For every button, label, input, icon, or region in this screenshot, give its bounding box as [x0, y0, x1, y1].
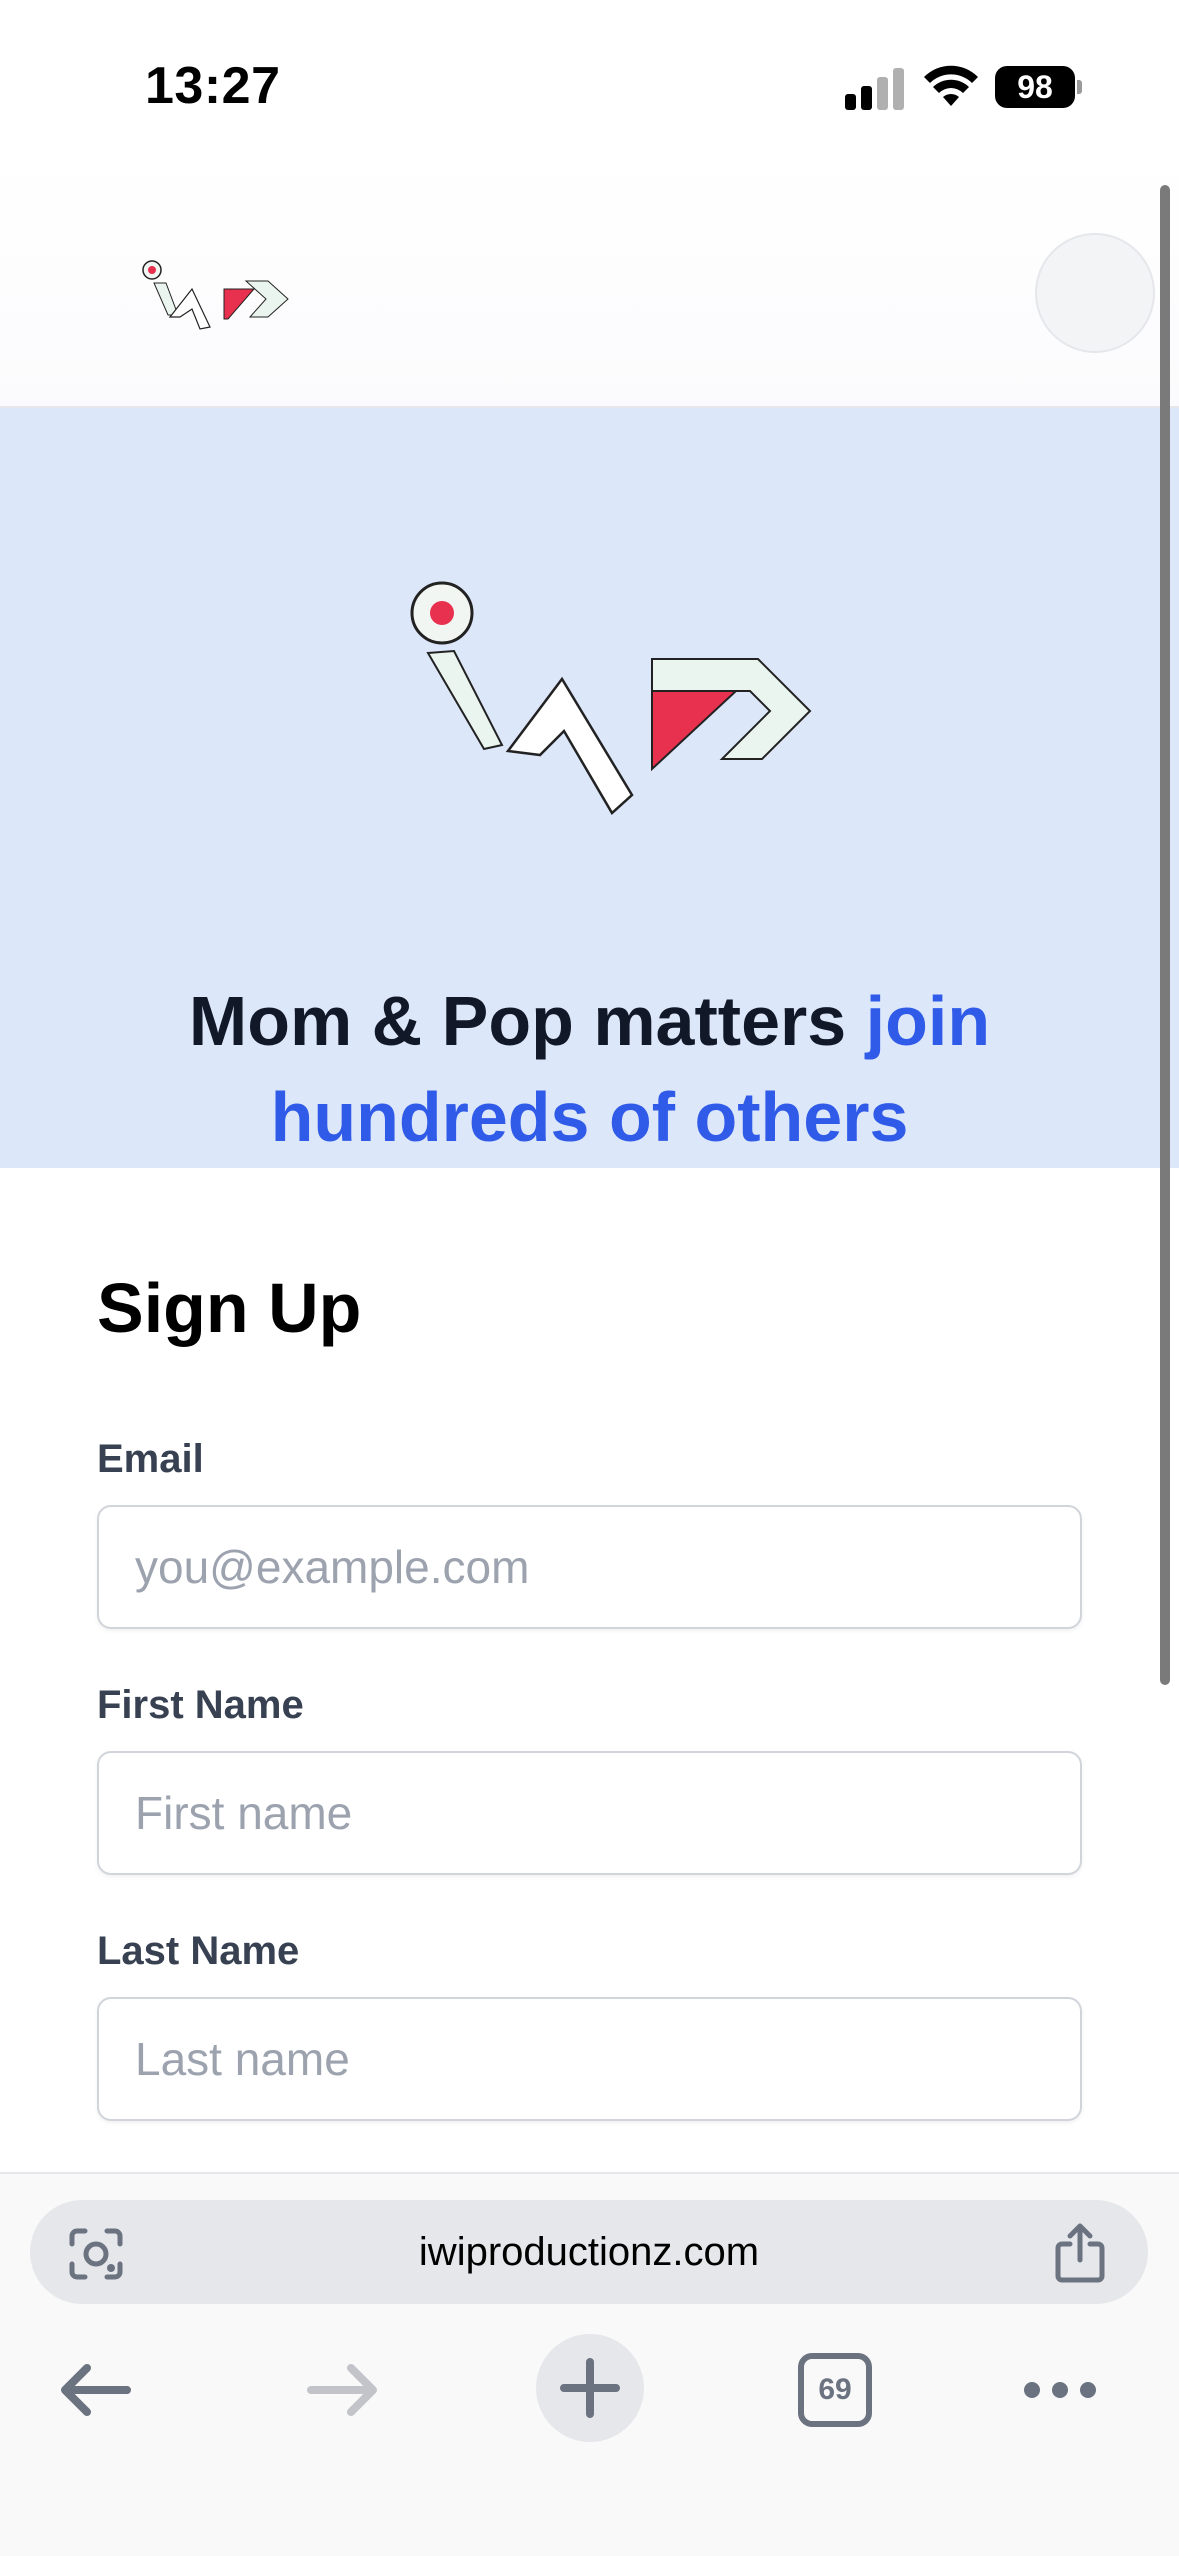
back-button[interactable]	[40, 2340, 150, 2440]
scrollbar[interactable]	[1160, 185, 1170, 1685]
email-field[interactable]	[97, 1505, 1082, 1629]
more-icon	[1024, 2382, 1096, 2398]
url-bar[interactable]: iwiproductionz.com	[30, 2200, 1148, 2304]
url-text: iwiproductionz.com	[418, 2230, 760, 2274]
new-tab-button[interactable]	[536, 2334, 644, 2442]
first-name-label: First Name	[97, 1683, 304, 1727]
forward-button[interactable]	[288, 2340, 398, 2440]
forward-arrow-icon	[307, 2364, 377, 2416]
first-name-field[interactable]	[97, 1751, 1082, 1875]
battery-icon: 98	[995, 66, 1082, 108]
iwi-logo	[410, 581, 812, 815]
signal-icon	[845, 66, 907, 110]
wifi-icon	[924, 65, 978, 106]
tabs-icon: 69	[798, 2353, 872, 2427]
status-bar: 13:27 98	[0, 0, 1179, 150]
email-label: Email	[97, 1437, 204, 1481]
share-icon[interactable]	[1050, 2222, 1110, 2284]
last-name-label: Last Name	[97, 1929, 300, 1973]
hero-title: Mom & Pop matters join hundreds of other…	[60, 973, 1119, 1165]
status-time: 13:27	[145, 57, 281, 115]
hero-title-main: Mom & Pop matters	[188, 982, 866, 1060]
back-arrow-icon	[61, 2364, 131, 2416]
new-tab-plus-icon	[560, 2358, 620, 2418]
last-name-field[interactable]	[97, 1997, 1082, 2121]
tabs-button[interactable]: 69	[780, 2340, 890, 2440]
iwi-logo-small[interactable]	[140, 255, 290, 355]
form-title: Sign Up	[97, 1269, 362, 1347]
hero-banner: Mom & Pop matters join hundreds of other…	[0, 408, 1179, 1168]
more-button[interactable]	[1005, 2340, 1115, 2440]
avatar-button[interactable]	[1035, 233, 1155, 353]
